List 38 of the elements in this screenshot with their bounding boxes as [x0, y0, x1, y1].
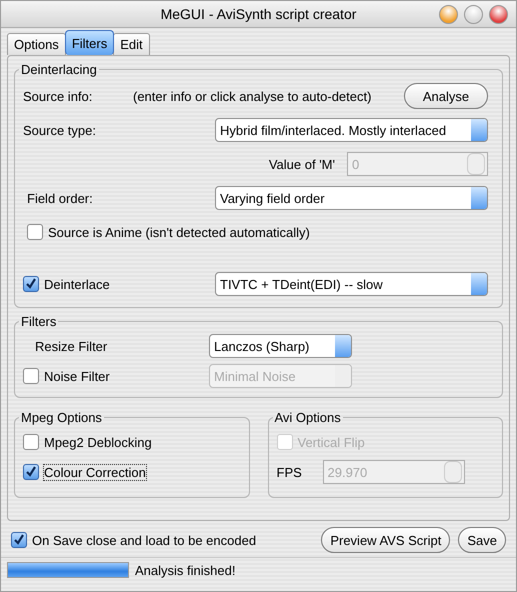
field-label: Source info:	[23, 88, 94, 104]
checkbox[interactable]	[27, 224, 43, 240]
field-label: Resize Filter	[34, 338, 108, 354]
status-text: Analysis finished!	[135, 562, 236, 578]
checkbox[interactable]	[23, 276, 39, 292]
dropdown[interactable]: TIVTC + TDeint(EDI) -- slow	[215, 272, 488, 296]
checkbox-label: On Save close and load to be encoded	[32, 532, 256, 548]
checkbox-label: Mpeg2 Deblocking	[44, 434, 152, 450]
dropdown[interactable]: Lanczos (Sharp)	[209, 334, 352, 358]
checkbox[interactable]	[23, 434, 39, 450]
checkbox[interactable]	[23, 464, 39, 480]
preview-button[interactable]: Preview AVS Script	[321, 527, 450, 553]
window-control-icon[interactable]	[464, 5, 483, 24]
tab[interactable]: Edit	[113, 33, 150, 55]
tab[interactable]: Options	[7, 33, 66, 55]
field-label: Value of 'M'	[268, 156, 335, 172]
checkbox-label: Colour Correction	[44, 464, 146, 480]
hint-text: (enter info or click analyse to auto-detect)	[133, 88, 372, 104]
checkbox-label: Noise Filter	[44, 368, 110, 384]
checkbox-label: Vertical Flip	[298, 434, 365, 450]
window-control-icon[interactable]	[439, 5, 458, 24]
group-title: Filters	[20, 314, 58, 329]
window-title: MeGUI - AviSynth script creator	[160, 6, 356, 22]
field-label: Source type:	[23, 122, 96, 138]
field-label: FPS	[276, 464, 303, 480]
group-title: Deinterlacing	[20, 62, 98, 77]
tab[interactable]: Filters	[64, 30, 114, 55]
group-title: Mpeg Options	[20, 410, 103, 425]
checkbox[interactable]	[11, 532, 27, 548]
checkbox-label: Source is Anime (isn't detected automatically)	[48, 224, 310, 240]
group-title: Avi Options	[274, 410, 342, 425]
dropdown[interactable]: Varying field order	[215, 186, 488, 210]
save-button[interactable]: Save	[458, 527, 506, 553]
field-label: Field order:	[27, 190, 93, 206]
window-control-icon[interactable]	[489, 5, 508, 24]
analyse-button[interactable]: Analyse	[404, 83, 488, 109]
checkbox-label: Deinterlace	[44, 276, 110, 292]
dropdown[interactable]: Hybrid film/interlaced. Mostly interlaced	[215, 118, 488, 142]
